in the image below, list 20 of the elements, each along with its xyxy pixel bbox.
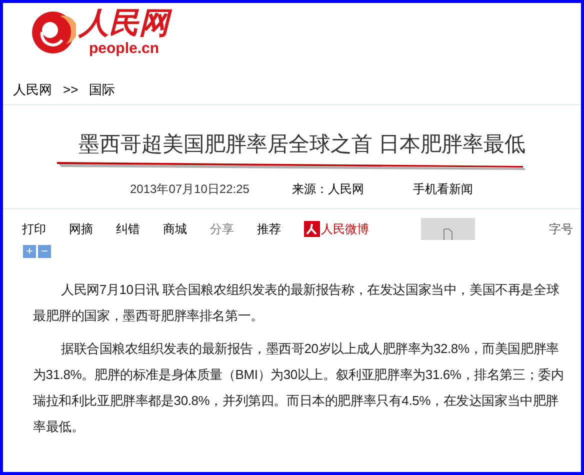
toolbar-link[interactable]: 推荐 [257,218,281,240]
logo-icon [30,10,76,55]
article-title: 墨西哥超美国肥胖率居全球之首 日本肥胖率最低 [78,132,526,158]
breadcrumb-link[interactable]: 国际 [89,80,116,100]
weibo-link[interactable]: 人民微博 [321,218,369,240]
toolbar-link[interactable]: 纠错 [116,218,140,240]
mobile-news-link[interactable]: 手机看新闻 [413,180,473,198]
breadcrumb-divider: >> [63,80,78,99]
breadcrumb-link[interactable]: 人民网 [13,80,52,100]
article-paragraph: 据联合国粮农组织发表的最新报告，墨西哥20岁以上成人肥胖率为32.8%，而美国肥胖率为31.8%。肥胖的标准是身体质量（BMI）为30以上。叙利亚肥胖率为31.6%，排名第三；委内瑞拉和利比亚肥胖率都是30.8%，并列第四。而日本的肥胖率只有4.5%，在发达国家当中肥胖率最低。 [33,340,565,436]
document-icon [443,228,453,240]
toolbar-link[interactable]: 打印 [22,218,46,240]
toolbar-link[interactable]: 商城 [163,218,187,240]
toolbar-link[interactable]: 网摘 [69,218,93,240]
article-source: 来源：人民网 [292,181,365,198]
publish-date: 2013年07月10日22:25 [130,181,250,198]
logo-domain: people.cn [89,41,160,57]
font-size-label: 字号 [549,222,573,236]
article-paragraph: 人民网7月10日讯 联合国粮农组织发表的最新报告称，在发达国家当中，美国不再是全球最肥胖的国家，墨西哥肥胖率排名第一。 [33,281,560,326]
weibo-logo-icon [304,221,320,237]
